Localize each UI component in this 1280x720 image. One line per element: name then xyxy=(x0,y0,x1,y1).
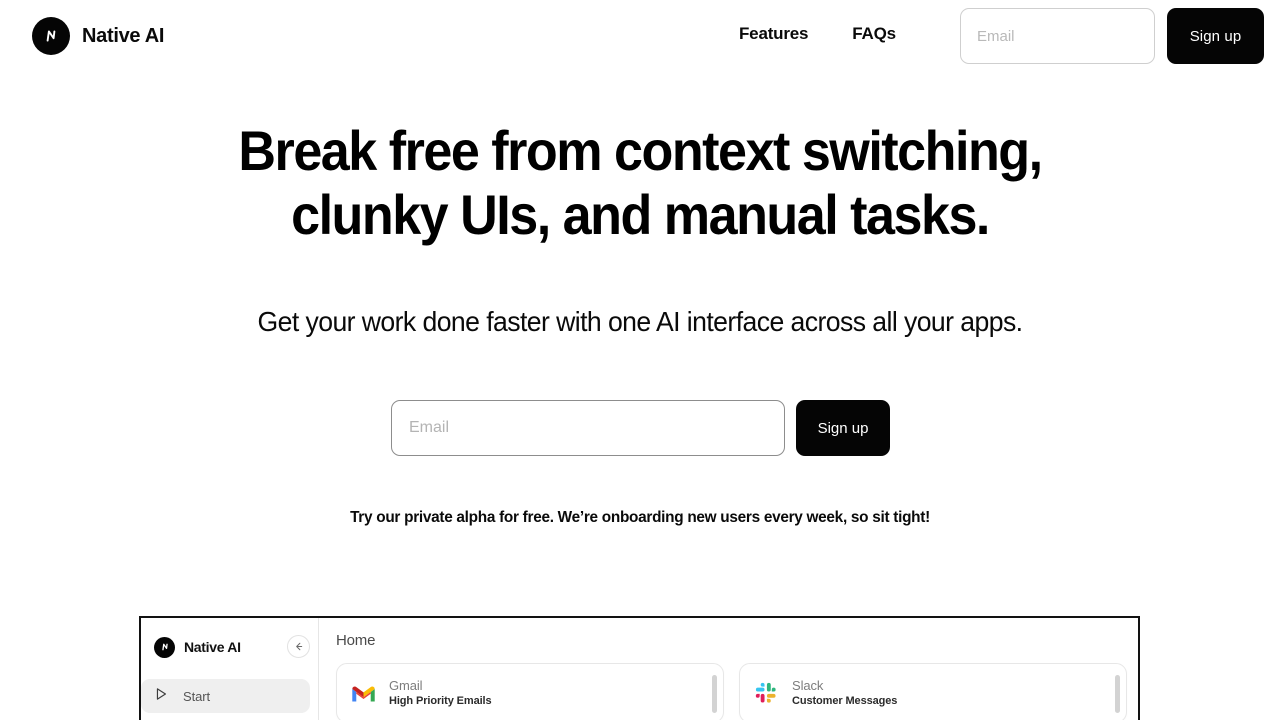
app-sidebar-brand: Native AI xyxy=(141,628,318,666)
sidebar-item-label: Start xyxy=(183,688,210,704)
nav-signup-button[interactable]: Sign up xyxy=(1167,8,1264,64)
app-card-text: Slack Customer Messages xyxy=(792,678,1116,708)
native-ai-logo-icon xyxy=(32,17,70,55)
app-card-list: Gmail High Priority Emails Slack Custome… xyxy=(336,663,1127,720)
sidebar-item-start[interactable]: Start xyxy=(141,679,310,713)
hero-email-input[interactable] xyxy=(391,400,785,456)
app-card-gmail[interactable]: Gmail High Priority Emails xyxy=(336,663,724,720)
app-card-slack[interactable]: Slack Customer Messages xyxy=(739,663,1127,720)
play-icon xyxy=(153,686,169,707)
nav-email-input[interactable] xyxy=(960,8,1155,64)
gmail-icon xyxy=(350,680,376,706)
breadcrumb: Home xyxy=(336,632,376,649)
nav-link-faqs[interactable]: FAQs xyxy=(852,24,896,44)
brand-name: Native AI xyxy=(82,24,165,47)
app-card-subtitle: Customer Messages xyxy=(792,695,898,707)
headline-line-1: Break free from context switching, xyxy=(238,119,1043,182)
hero-signup-form: Sign up xyxy=(391,400,890,456)
navbar: Native AI Features FAQs Sign up xyxy=(0,0,1280,72)
hero-subheadline: Get your work done faster with one AI in… xyxy=(257,306,1024,337)
hero-signup-button[interactable]: Sign up xyxy=(796,400,890,456)
alpha-note: Try our private alpha for free. We’re on… xyxy=(350,509,930,526)
app-card-text: Gmail High Priority Emails xyxy=(389,678,713,708)
app-card-subtitle: High Priority Emails xyxy=(389,695,492,707)
app-sidebar: Native AI Start xyxy=(141,618,319,720)
scrollbar-thumb[interactable] xyxy=(1115,675,1120,713)
app-card-title: Gmail xyxy=(389,678,423,693)
headline-line-2: clunky UIs, and manual tasks. xyxy=(291,183,990,246)
arrow-left-icon[interactable] xyxy=(287,635,310,658)
app-preview-frame: Native AI Start Home Gmail High Priority… xyxy=(139,616,1140,720)
native-ai-logo-icon xyxy=(154,636,175,658)
app-card-title: Slack xyxy=(792,678,824,693)
app-main-panel: Home Gmail High Priority Emails Slack Cu… xyxy=(319,618,1138,720)
nav-link-features[interactable]: Features xyxy=(739,24,808,44)
scrollbar-thumb[interactable] xyxy=(712,675,717,713)
nav-links: Features FAQs xyxy=(739,24,896,44)
brand-logo[interactable]: Native AI xyxy=(32,17,164,55)
app-brand-name: Native AI xyxy=(184,639,241,655)
slack-icon xyxy=(753,680,779,706)
page-title: Break free from context switching, clunk… xyxy=(45,119,1235,247)
